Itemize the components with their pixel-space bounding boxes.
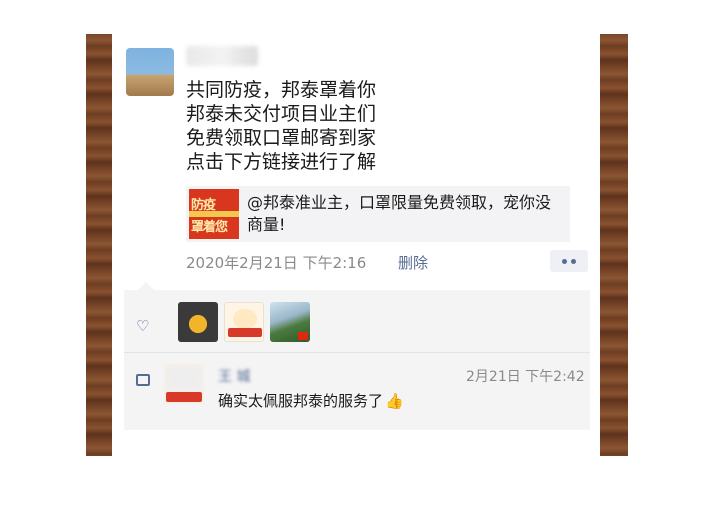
post-line: 点击下方链接进行了解	[186, 151, 377, 173]
panel-divider	[124, 352, 590, 353]
avatar-redacted	[166, 366, 202, 390]
commenter-avatar[interactable]	[164, 364, 204, 404]
like-avatar-maple-leaf[interactable]	[178, 302, 218, 342]
heart-icon: ♡	[136, 317, 150, 335]
comment-time: 2月21日 下午2:42	[466, 369, 585, 385]
post-line: 邦泰未交付项目业主们	[186, 103, 377, 125]
comment-body: 确实太佩服邦泰的服务了	[218, 392, 384, 410]
poster-name-redacted[interactable]	[186, 46, 258, 66]
post-line: 共同防疫，邦泰罩着你	[186, 79, 377, 101]
wood-background-right	[600, 34, 628, 456]
avatar-banner	[166, 392, 202, 402]
more-dot-icon	[571, 258, 576, 264]
shared-link-card[interactable]: 防疫 罩着您 @邦泰准业主，口罩限量免费领取，宠你没商量!	[186, 186, 570, 242]
interaction-panel: ♡ 王 城 2月21日 下午2:42 确实太佩服邦泰的服务了 👍	[124, 282, 590, 430]
link-title: @邦泰准业主，口罩限量免费领取，宠你没商量!	[247, 193, 552, 234]
post-timestamp: 2020年2月21日 下午2:16	[186, 254, 367, 272]
thumbnail-text-top: 防疫	[191, 198, 216, 213]
like-avatar-landscape[interactable]	[270, 302, 310, 342]
wood-background-left	[86, 34, 112, 456]
flag-icon	[298, 332, 308, 340]
delete-link[interactable]: 删除	[398, 252, 428, 273]
post-body: 共同防疫，邦泰罩着你 邦泰未交付项目业主们 免费领取口罩邮寄到家 点击下方链接进…	[186, 78, 586, 174]
more-actions-button[interactable]	[550, 250, 588, 272]
avatar-banner	[228, 328, 262, 337]
link-thumbnail: 防疫 罩着您	[189, 189, 239, 239]
cartoon-face	[233, 309, 257, 329]
moments-post-card: 共同防疫，邦泰罩着你 邦泰未交付项目业主们 免费领取口罩邮寄到家 点击下方链接进…	[112, 34, 600, 456]
comment-bubble-icon	[136, 374, 150, 386]
poster-avatar[interactable]	[126, 48, 174, 96]
more-dot-icon	[562, 258, 567, 264]
like-avatar-cartoon[interactable]	[224, 302, 264, 342]
panel-arrow	[138, 282, 154, 290]
comment-text[interactable]: 确实太佩服邦泰的服务了 👍	[218, 390, 404, 411]
post-line: 免费领取口罩邮寄到家	[186, 127, 377, 149]
thumbnail-text-bottom: 罩着您	[191, 220, 228, 235]
thumbs-up-icon: 👍	[385, 392, 404, 410]
commenter-name[interactable]: 王 城	[218, 366, 250, 386]
